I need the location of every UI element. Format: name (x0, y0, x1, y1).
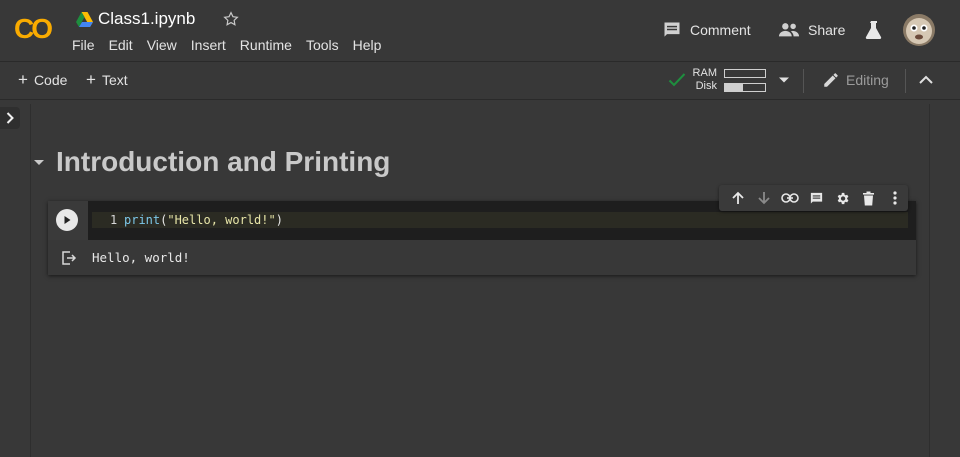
menu-view[interactable]: View (147, 37, 177, 53)
divider (803, 69, 804, 93)
code-function: print (124, 213, 161, 227)
app-header: CO Class1.ipynb File Edit View Insert Ru… (0, 0, 960, 62)
plus-icon: + (18, 70, 28, 89)
google-drive-icon[interactable] (76, 11, 93, 27)
menu-edit[interactable]: Edit (109, 37, 133, 53)
add-text-button[interactable]: + Text (86, 70, 128, 89)
chevron-down-icon[interactable] (778, 76, 790, 84)
comment-label: Comment (690, 22, 751, 38)
plus-icon: + (86, 70, 96, 89)
menu-tools[interactable]: Tools (306, 37, 339, 53)
run-cell-button[interactable] (56, 209, 78, 231)
pencil-icon (824, 73, 838, 87)
ram-label: RAM (692, 67, 717, 79)
share-button[interactable]: Share (778, 16, 845, 44)
section-heading: Introduction and Printing (32, 146, 390, 178)
avatar[interactable] (903, 14, 935, 46)
arrow-down-icon[interactable] (751, 185, 777, 211)
document-title[interactable]: Class1.ipynb (98, 9, 195, 29)
avatar-image (903, 14, 935, 46)
cell-toolbar (719, 185, 908, 211)
sidebar-toggle[interactable] (0, 107, 20, 129)
section-title[interactable]: Introduction and Printing (56, 146, 390, 178)
colab-logo[interactable]: CO (14, 10, 58, 46)
disk-label: Disk (695, 80, 717, 92)
editing-mode-button[interactable]: Editing (822, 71, 889, 89)
disk-meter (724, 83, 766, 92)
resource-labels[interactable]: RAM Disk (690, 67, 717, 93)
cell-output: Hello, world! (48, 240, 916, 275)
star-icon[interactable] (222, 10, 240, 28)
menu-bar: File Edit View Insert Runtime Tools Help (72, 37, 395, 53)
notebook-toolbar: + Code + Text RAM Disk Editing (0, 63, 960, 100)
code-line: print("Hello, world!") (124, 212, 283, 228)
menu-help[interactable]: Help (353, 37, 382, 53)
people-icon (778, 23, 800, 37)
editing-label: Editing (846, 72, 889, 88)
code-editor[interactable]: 1 print("Hello, world!") (92, 212, 908, 228)
comment-button[interactable]: Comment (662, 16, 751, 44)
chevron-right-icon (6, 112, 14, 124)
menu-file[interactable]: File (72, 37, 95, 53)
add-code-button[interactable]: + Code (18, 70, 68, 89)
line-number: 1 (110, 213, 118, 227)
arrow-up-icon[interactable] (725, 185, 751, 211)
menu-insert[interactable]: Insert (191, 37, 226, 53)
chevron-up-icon[interactable] (918, 74, 934, 86)
more-vert-icon[interactable] (882, 185, 908, 211)
code-cell[interactable]: 1 print("Hello, world!") Hello, world! (48, 201, 916, 275)
gear-icon[interactable] (830, 185, 856, 211)
play-icon (64, 216, 71, 224)
share-label: Share (808, 22, 846, 38)
code-string: "Hello, world!" (167, 213, 276, 227)
ram-meter (724, 69, 766, 78)
add-code-label: Code (33, 72, 68, 88)
comment-icon (664, 22, 680, 37)
add-text-label: Text (101, 72, 128, 88)
output-text: Hello, world! (92, 250, 190, 265)
disk-meter-fill (725, 84, 743, 91)
link-icon[interactable] (777, 185, 803, 211)
menu-runtime[interactable]: Runtime (240, 37, 292, 53)
collapse-section-icon[interactable] (32, 155, 46, 169)
connected-check-icon (668, 73, 686, 87)
svg-text:CO: CO (14, 13, 52, 44)
flask-icon[interactable] (864, 20, 884, 40)
trash-icon[interactable] (856, 185, 882, 211)
comment-icon[interactable] (803, 185, 829, 211)
divider (905, 69, 906, 93)
code-close-paren: ) (275, 213, 283, 227)
clear-output-icon[interactable] (61, 250, 77, 266)
